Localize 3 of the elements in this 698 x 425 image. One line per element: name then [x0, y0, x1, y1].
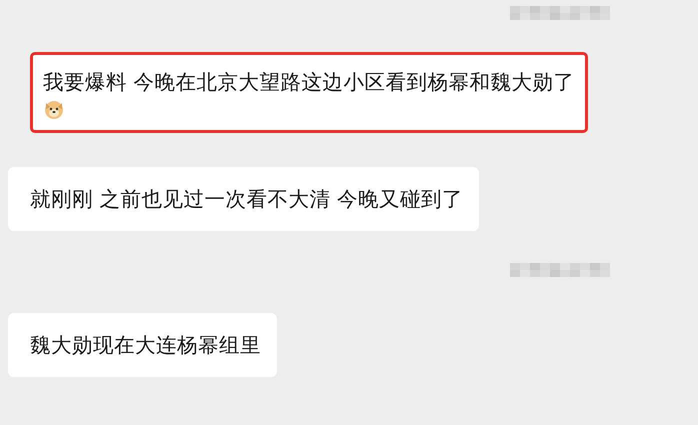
message-text: 就刚刚 之前也见过一次看不大清 今晚又碰到了: [30, 186, 464, 213]
message-text: 魏大勋现在大连杨幂组里: [30, 332, 261, 359]
message-text: 我要爆料 今晚在北京大望路这边小区看到杨幂和魏大勋了: [43, 69, 575, 96]
